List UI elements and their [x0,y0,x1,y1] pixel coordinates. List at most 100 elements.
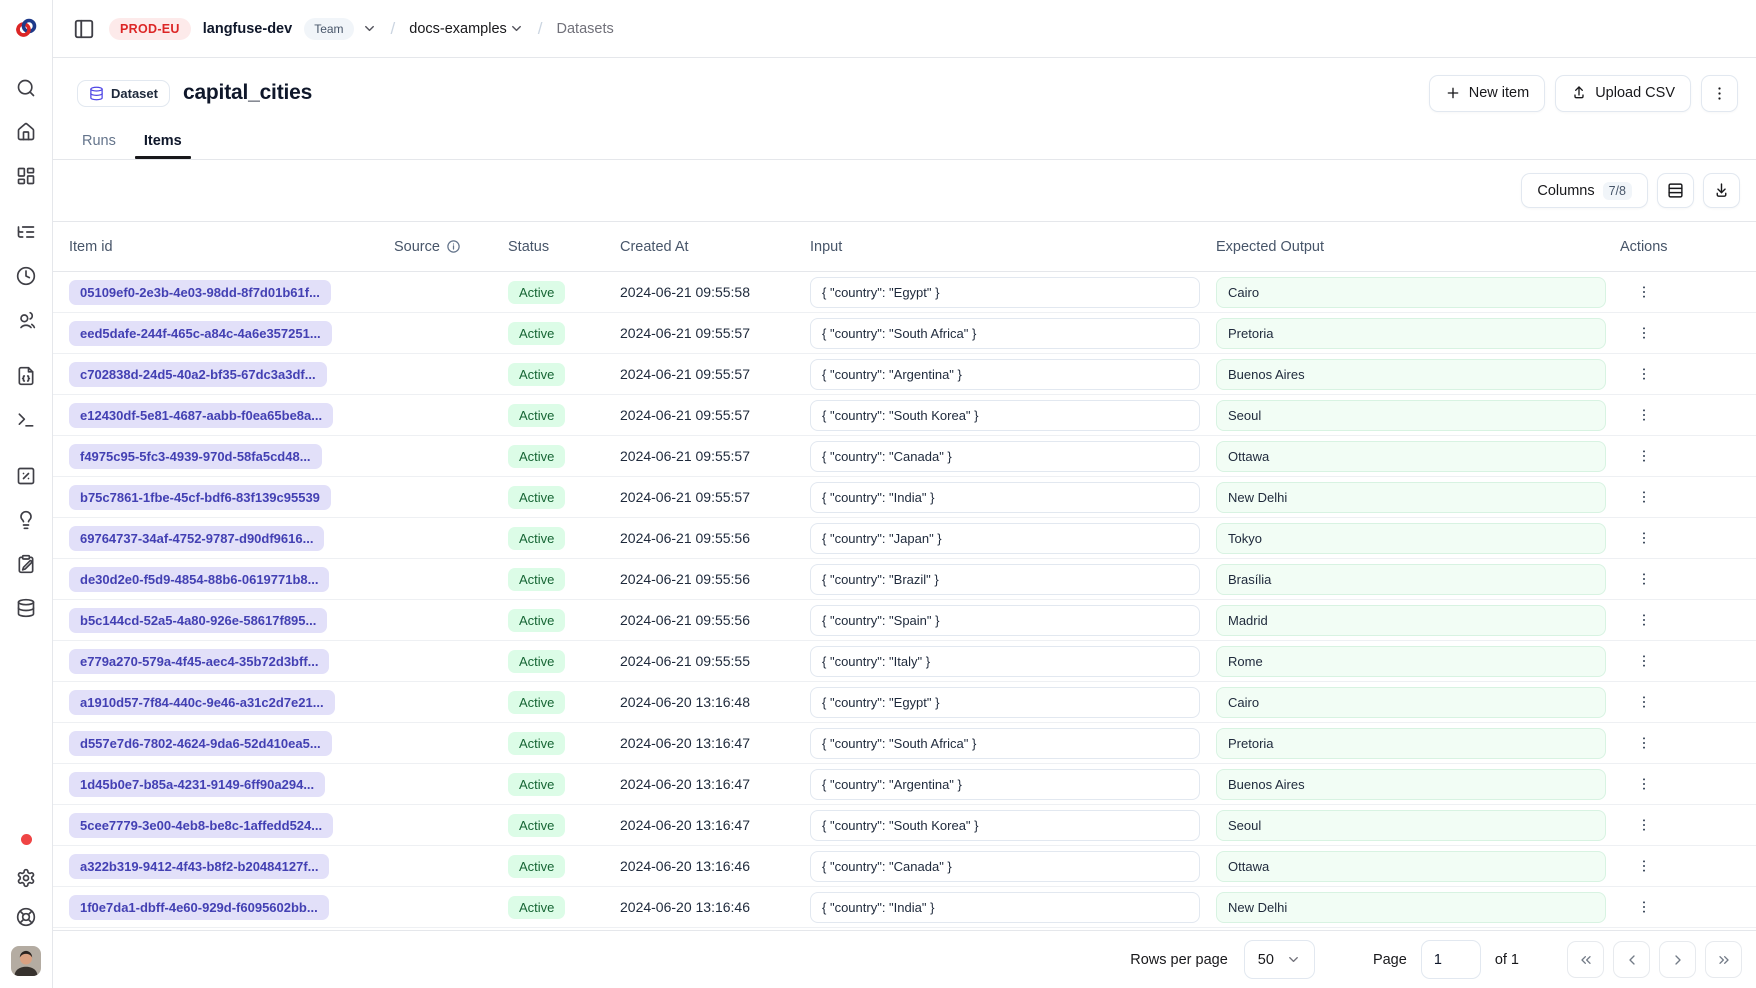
table-row[interactable]: e779a270-579a-4f45-aec4-35b72d3bff...Act… [53,641,1756,682]
row-actions-button[interactable] [1630,811,1658,839]
page-more-actions-button[interactable] [1701,75,1738,112]
user-avatar[interactable] [11,946,41,976]
new-item-button[interactable]: New item [1429,75,1545,112]
item-id-link[interactable]: 1d45b0e7-b85a-4231-9149-6ff90a294... [69,772,325,797]
page-number-input[interactable] [1421,940,1481,979]
row-actions-button[interactable] [1630,360,1658,388]
input-cell[interactable]: { "country": "Argentina" } [810,769,1200,800]
row-actions-button[interactable] [1630,729,1658,757]
org-name[interactable]: langfuse-dev [203,21,292,37]
expected-output-cell[interactable]: Pretoria [1216,318,1606,349]
input-cell[interactable]: { "country": "South Korea" } [810,400,1200,431]
users-icon[interactable] [16,310,36,330]
input-cell[interactable]: { "country": "Japan" } [810,523,1200,554]
expected-output-cell[interactable]: Buenos Aires [1216,359,1606,390]
expected-output-cell[interactable]: Buenos Aires [1216,769,1606,800]
expected-output-cell[interactable]: New Delhi [1216,482,1606,513]
item-id-link[interactable]: 05109ef0-2e3b-4e03-98dd-8f7d01b61f... [69,280,331,305]
table-row[interactable]: c702838d-24d5-40a2-bf35-67dc3a3df...Acti… [53,354,1756,395]
table-row[interactable]: 5cee7779-3e00-4eb8-be8c-1affedd524...Act… [53,805,1756,846]
evaluation-icon[interactable] [16,466,36,486]
row-height-button[interactable] [1657,173,1694,208]
column-header-expected-output[interactable]: Expected Output [1216,239,1620,255]
export-button[interactable] [1703,173,1740,208]
input-cell[interactable]: { "country": "South Africa" } [810,728,1200,759]
input-cell[interactable]: { "country": "Canada" } [810,441,1200,472]
breadcrumb-section[interactable]: Datasets [557,21,614,37]
row-actions-button[interactable] [1630,893,1658,921]
item-id-link[interactable]: a322b319-9412-4f43-b8f2-b20484127f... [69,854,329,879]
item-id-link[interactable]: e779a270-579a-4f45-aec4-35b72d3bff... [69,649,329,674]
input-cell[interactable]: { "country": "India" } [810,482,1200,513]
expected-output-cell[interactable]: New Delhi [1216,892,1606,923]
expected-output-cell[interactable]: Cairo [1216,687,1606,718]
input-cell[interactable]: { "country": "Italy" } [810,646,1200,677]
project-chevron-down-icon[interactable] [509,21,524,36]
expected-output-cell[interactable]: Seoul [1216,810,1606,841]
row-actions-button[interactable] [1630,770,1658,798]
tab-runs[interactable]: Runs [73,122,125,159]
langfuse-logo[interactable] [14,16,38,40]
item-id-link[interactable]: de30d2e0-f5d9-4854-88b6-0619771b8... [69,567,329,592]
expected-output-cell[interactable]: Cairo [1216,277,1606,308]
rows-per-page-select[interactable]: 50 [1244,940,1315,979]
expected-output-cell[interactable]: Tokyo [1216,523,1606,554]
row-actions-button[interactable] [1630,483,1658,511]
column-header-source[interactable]: Source [394,239,508,255]
item-id-link[interactable]: a1910d57-7f84-440c-9e46-a31c2d7e21... [69,690,335,715]
item-id-link[interactable]: 5cee7779-3e00-4eb8-be8c-1affedd524... [69,813,333,838]
row-actions-button[interactable] [1630,319,1658,347]
support-icon[interactable] [16,907,36,927]
item-id-link[interactable]: e12430df-5e81-4687-aabb-f0ea65be8a... [69,403,333,428]
table-row[interactable]: d557e7d6-7802-4624-9da6-52d410ea5...Acti… [53,723,1756,764]
row-actions-button[interactable] [1630,647,1658,675]
breadcrumb-project[interactable]: docs-examples [409,21,524,37]
expected-output-cell[interactable]: Pretoria [1216,728,1606,759]
table-row[interactable]: de30d2e0-f5d9-4854-88b6-0619771b8...Acti… [53,559,1756,600]
item-id-link[interactable]: b5c144cd-52a5-4a80-926e-58617f895... [69,608,327,633]
table-row[interactable]: a1910d57-7f84-440c-9e46-a31c2d7e21...Act… [53,682,1756,723]
annotation-queues-icon[interactable] [16,554,36,574]
next-page-button[interactable] [1659,941,1696,978]
recording-indicator[interactable] [21,834,32,845]
upload-csv-button[interactable]: Upload CSV [1555,75,1691,112]
columns-button[interactable]: Columns 7/8 [1521,173,1648,208]
expected-output-cell[interactable]: Madrid [1216,605,1606,636]
dashboards-icon[interactable] [16,166,36,186]
item-id-link[interactable]: 69764737-34af-4752-9787-d90df9616... [69,526,324,551]
table-row[interactable]: 69764737-34af-4752-9787-d90df9616...Acti… [53,518,1756,559]
item-id-link[interactable]: f4975c95-5fc3-4939-970d-58fa5cd48... [69,444,322,469]
org-chevron-down-icon[interactable] [362,21,377,36]
table-row[interactable]: b75c7861-1fbe-45cf-bdf6-83f139c95539Acti… [53,477,1756,518]
input-cell[interactable]: { "country": "Egypt" } [810,687,1200,718]
input-cell[interactable]: { "country": "India" } [810,892,1200,923]
column-header-status[interactable]: Status [508,239,620,255]
table-row[interactable]: e12430df-5e81-4687-aabb-f0ea65be8a...Act… [53,395,1756,436]
item-id-link[interactable]: 1f0e7da1-dbff-4e60-929d-f6095602bb... [69,895,329,920]
input-cell[interactable]: { "country": "South Korea" } [810,810,1200,841]
row-actions-button[interactable] [1630,606,1658,634]
settings-icon[interactable] [16,868,36,888]
row-actions-button[interactable] [1630,688,1658,716]
table-row[interactable]: f4975c95-5fc3-4939-970d-58fa5cd48...Acti… [53,436,1756,477]
table-row[interactable]: 05109ef0-2e3b-4e03-98dd-8f7d01b61f...Act… [53,272,1756,313]
column-header-input[interactable]: Input [810,239,1216,255]
tab-items[interactable]: Items [135,122,191,159]
sessions-icon[interactable] [16,266,36,286]
column-header-item-id[interactable]: Item id [69,239,394,255]
expected-output-cell[interactable]: Ottawa [1216,441,1606,472]
table-row[interactable]: b5c144cd-52a5-4a80-926e-58617f895...Acti… [53,600,1756,641]
search-icon[interactable] [16,78,36,98]
item-id-link[interactable]: c702838d-24d5-40a2-bf35-67dc3a3df... [69,362,327,387]
input-cell[interactable]: { "country": "Canada" } [810,851,1200,882]
table-row[interactable]: a322b319-9412-4f43-b8f2-b20484127f...Act… [53,846,1756,887]
prompts-icon[interactable] [16,366,36,386]
datasets-icon[interactable] [16,598,36,618]
input-cell[interactable]: { "country": "Brazil" } [810,564,1200,595]
playground-icon[interactable] [16,410,36,430]
column-header-created-at[interactable]: Created At [620,239,810,255]
row-actions-button[interactable] [1630,852,1658,880]
tracing-icon[interactable] [16,222,36,242]
expected-output-cell[interactable]: Seoul [1216,400,1606,431]
input-cell[interactable]: { "country": "Argentina" } [810,359,1200,390]
